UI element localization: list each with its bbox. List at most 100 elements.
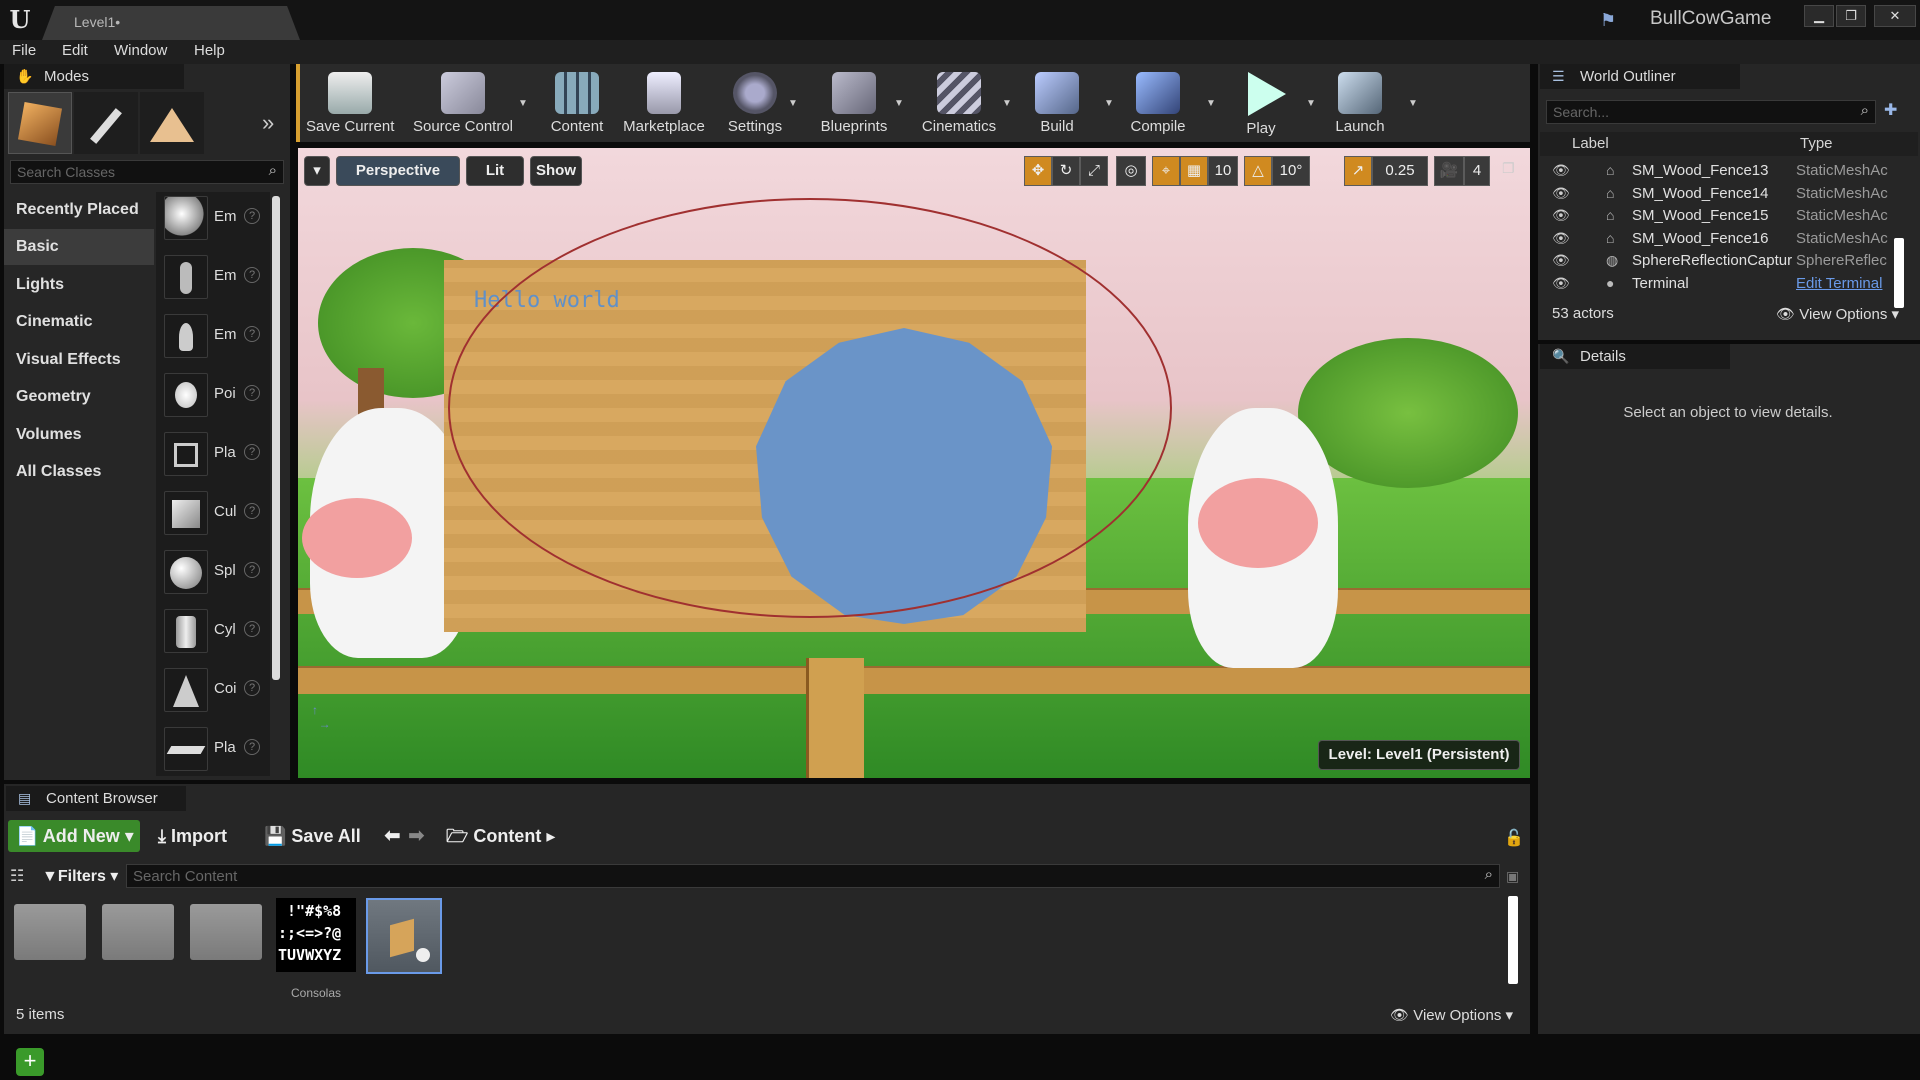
content-path-breadcrumb[interactable]: 🗁 Content ▸ [446, 820, 555, 852]
lock-icon[interactable]: 🔓 [1504, 828, 1524, 848]
label-column-header[interactable]: Label [1572, 135, 1609, 152]
search-content-input[interactable]: Search Content ⌕ [126, 864, 1500, 888]
outliner-search-input[interactable]: Search... ⌕ [1546, 100, 1876, 124]
rotation-snap-value[interactable]: 10° [1272, 156, 1310, 186]
launch-dropdown-icon[interactable]: ▼ [1408, 98, 1418, 109]
cinematics-dropdown-icon[interactable]: ▼ [1002, 98, 1012, 109]
visibility-eye-icon[interactable]: 👁 [1552, 275, 1570, 292]
folder-item[interactable] [102, 904, 174, 960]
outliner-row[interactable]: 👁 ● Terminal Edit Terminal [1540, 273, 1910, 295]
settings-dropdown-icon[interactable]: ▼ [788, 98, 798, 109]
visibility-eye-icon[interactable]: 👁 [1552, 162, 1570, 179]
help-icon[interactable]: ? [244, 503, 260, 519]
category-volumes[interactable]: Volumes [4, 417, 154, 453]
visibility-eye-icon[interactable]: 👁 [1552, 230, 1570, 247]
level-document-tab[interactable]: Level1• [42, 6, 300, 40]
save-search-icon[interactable]: ▣ [1506, 868, 1519, 885]
lit-button[interactable]: Lit [466, 156, 524, 186]
source-control-button[interactable]: Source Control [412, 66, 514, 138]
help-icon[interactable]: ? [244, 267, 260, 283]
build-dropdown-icon[interactable]: ▼ [1104, 98, 1114, 109]
help-icon[interactable]: ? [244, 326, 260, 342]
placeable-item[interactable]: Em? [160, 192, 280, 248]
minimize-button[interactable]: ▁ [1804, 5, 1834, 27]
world-local-icon[interactable]: ◎ [1116, 156, 1146, 186]
camera-speed-icon[interactable]: 🎥 [1434, 156, 1464, 186]
placeable-item[interactable]: Coi? [160, 664, 280, 720]
edit-terminal-link[interactable]: Edit Terminal [1796, 275, 1890, 292]
content-button[interactable]: Content [532, 66, 622, 138]
settings-button[interactable]: Settings [710, 66, 800, 138]
add-new-button[interactable]: 📄 Add New ▾ [8, 820, 140, 852]
outliner-view-options[interactable]: 👁 View Options ▾ [1776, 305, 1899, 323]
font-asset-consolas[interactable]: !"#$%8 :;<=>?@ TUVWXYZ [276, 898, 356, 972]
outliner-row[interactable]: 👁 ◍ SphereReflectionCaptur SphereReflec [1540, 250, 1910, 272]
placeable-item[interactable]: Pla? [160, 723, 280, 779]
world-outliner-tab[interactable]: ☰ World Outliner [1540, 64, 1740, 89]
category-geometry[interactable]: Geometry [4, 379, 154, 415]
category-recently-placed[interactable]: Recently Placed [4, 192, 154, 228]
category-lights[interactable]: Lights [4, 267, 154, 303]
help-icon[interactable]: ? [244, 680, 260, 696]
help-icon[interactable]: ? [244, 739, 260, 755]
visibility-eye-icon[interactable]: 👁 [1552, 185, 1570, 202]
save-current-button[interactable]: Save Current [306, 66, 394, 138]
cinematics-button[interactable]: Cinematics [914, 66, 1004, 138]
close-button[interactable]: ✕ [1874, 5, 1916, 27]
outliner-row[interactable]: 👁 ⌂ SM_Wood_Fence16 StaticMeshAc [1540, 228, 1910, 250]
back-arrow-icon[interactable]: ⬅ [384, 820, 401, 852]
modes-tab[interactable]: ✋ Modes [4, 64, 184, 89]
add-folder-icon[interactable]: ✚ [1884, 100, 1897, 120]
menu-window[interactable]: Window [114, 42, 167, 62]
filters-button[interactable]: ▼Filters ▾ [42, 866, 118, 886]
save-all-button[interactable]: 💾 Save All [264, 820, 361, 852]
camera-speed-value[interactable]: 4 [1464, 156, 1490, 186]
category-visual-effects[interactable]: Visual Effects [4, 342, 154, 378]
scale-tool-icon[interactable]: ⤢ [1080, 156, 1108, 186]
forward-arrow-icon[interactable]: ➡ [408, 820, 425, 852]
blueprints-dropdown-icon[interactable]: ▼ [894, 98, 904, 109]
viewport-options-dropdown[interactable]: ▾ [304, 156, 330, 186]
placeable-item[interactable]: Pla? [160, 428, 280, 484]
content-view-options[interactable]: 👁 View Options ▾ [1390, 1006, 1513, 1024]
play-button[interactable]: Play [1222, 66, 1300, 138]
compile-button[interactable]: Compile [1116, 66, 1200, 138]
help-icon[interactable]: ? [244, 208, 260, 224]
menu-edit[interactable]: Edit [62, 42, 88, 62]
search-classes-input[interactable]: Search Classes ⌕ [10, 160, 284, 184]
help-icon[interactable]: ? [244, 385, 260, 401]
rotate-tool-icon[interactable]: ↻ [1052, 156, 1080, 186]
menu-file[interactable]: File [12, 42, 36, 62]
play-dropdown-icon[interactable]: ▼ [1306, 98, 1316, 109]
type-column-header[interactable]: Type [1800, 135, 1833, 152]
source-control-dropdown-icon[interactable]: ▼ [518, 98, 528, 109]
placeable-item[interactable]: Em? [160, 251, 280, 307]
translate-tool-icon[interactable]: ✥ [1024, 156, 1052, 186]
sources-toggle-icon[interactable]: ☷ [10, 866, 24, 886]
launch-button[interactable]: Launch [1320, 66, 1400, 138]
category-basic[interactable]: Basic [4, 229, 154, 265]
rotation-snap-icon[interactable]: △ [1244, 156, 1272, 186]
details-tab[interactable]: 🔍 Details [1540, 344, 1730, 369]
grid-snap-icon[interactable]: ▦ [1180, 156, 1208, 186]
visibility-eye-icon[interactable]: 👁 [1552, 252, 1570, 269]
menu-help[interactable]: Help [194, 42, 225, 62]
placeable-item[interactable]: Em? [160, 310, 280, 366]
terminal-blueprint-asset[interactable] [366, 898, 442, 974]
place-mode-button[interactable] [8, 92, 72, 154]
landscape-mode-button[interactable] [140, 92, 204, 154]
help-icon[interactable]: ? [244, 621, 260, 637]
folder-item[interactable] [14, 904, 86, 960]
category-cinematic[interactable]: Cinematic [4, 304, 154, 340]
show-button[interactable]: Show [530, 156, 582, 186]
content-browser-tab[interactable]: ▤ Content Browser [6, 786, 186, 811]
compile-dropdown-icon[interactable]: ▼ [1206, 98, 1216, 109]
outliner-scrollbar[interactable] [1894, 238, 1904, 308]
perspective-button[interactable]: Perspective [336, 156, 460, 186]
help-icon[interactable]: ? [244, 562, 260, 578]
content-scrollbar[interactable] [1508, 896, 1518, 984]
help-icon[interactable]: ? [244, 444, 260, 460]
paint-mode-button[interactable] [74, 92, 138, 154]
status-plus-icon[interactable]: + [16, 1048, 44, 1076]
grid-snap-value[interactable]: 10 [1208, 156, 1238, 186]
